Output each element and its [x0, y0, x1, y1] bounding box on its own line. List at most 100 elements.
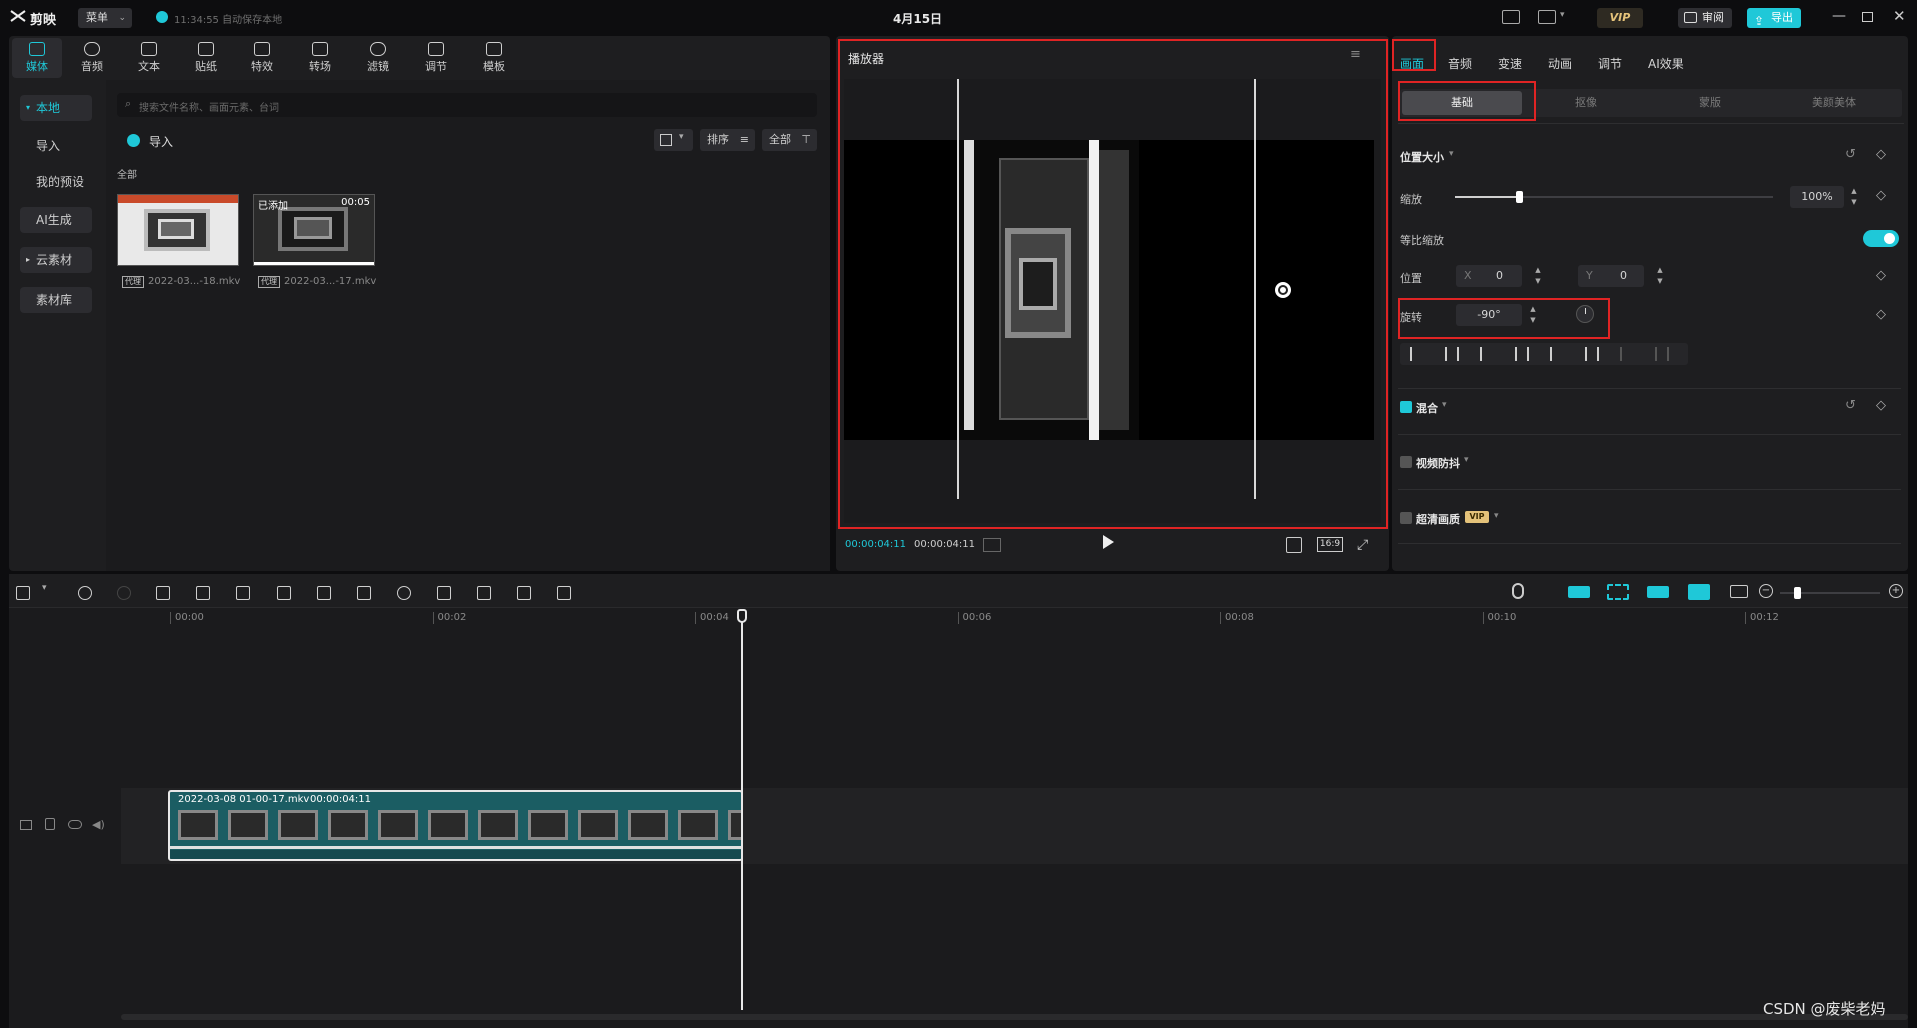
timecode-format-icon[interactable] — [983, 538, 1001, 552]
subtab-2[interactable]: 蒙版 — [1650, 89, 1770, 117]
chevron-down-icon[interactable]: ▾ — [42, 583, 50, 601]
search-input[interactable]: ⌕ 搜索文件名称、画面元素、台词 — [117, 93, 817, 117]
trim-left-icon[interactable] — [196, 586, 210, 600]
reset-icon[interactable]: ↺ — [1845, 398, 1856, 413]
chevron-down-icon[interactable]: ▾ — [1442, 400, 1447, 410]
subtab-3[interactable]: 美颜美体 — [1774, 89, 1894, 117]
delete-icon[interactable] — [277, 586, 291, 600]
screenshot-icon[interactable] — [1286, 537, 1302, 553]
align-top-icon[interactable] — [1515, 347, 1529, 361]
fullscreen-icon[interactable]: ⤢ — [1357, 537, 1368, 553]
lock-icon[interactable] — [45, 818, 55, 830]
tab-media[interactable]: 媒体 — [12, 38, 62, 78]
sidebar-item-cloud[interactable]: ▸ 云素材 — [20, 247, 92, 273]
tab-adjust[interactable]: 调节 — [411, 38, 461, 78]
align-right-icon[interactable] — [1480, 347, 1494, 361]
scale-input[interactable]: 100% — [1790, 186, 1844, 208]
scale-slider[interactable] — [1455, 191, 1773, 203]
align-left-icon[interactable] — [1410, 347, 1424, 361]
link-icon[interactable] — [1647, 586, 1669, 598]
playhead[interactable] — [741, 612, 743, 1010]
restore-icon[interactable] — [1862, 12, 1873, 22]
play-icon[interactable] — [1103, 535, 1114, 549]
sidebar-item-presets[interactable]: 我的预设 — [20, 169, 92, 195]
media-thumb-1[interactable] — [117, 194, 239, 266]
scale-stepper[interactable]: ▲ ▼ — [1848, 186, 1860, 208]
microphone-icon[interactable] — [1512, 583, 1524, 599]
eye-icon[interactable] — [68, 820, 82, 829]
crop-icon[interactable] — [517, 586, 531, 600]
chevron-down-icon[interactable]: ▾ — [1464, 455, 1469, 465]
track-toggle-icon[interactable] — [20, 820, 32, 830]
sidebar-item-local[interactable]: ▾ 本地 — [20, 95, 92, 121]
position-x-stepper[interactable]: ▲ ▼ — [1532, 265, 1544, 287]
vip-button[interactable]: VIP — [1597, 8, 1643, 28]
sort-button[interactable]: 排序 ≡ — [700, 129, 755, 151]
video-clip[interactable]: 2022-03-08 01-00-17.mkv 00:00:04:11 — [168, 790, 743, 861]
tab-audio[interactable]: 音频 — [67, 38, 117, 78]
filter-button[interactable]: 全部 ⊤ — [762, 129, 817, 151]
tab-sticker[interactable]: 贴纸 — [181, 38, 231, 78]
tab-filter[interactable]: 滤镜 — [353, 38, 403, 78]
inspector-tab-0[interactable]: 画面 — [1400, 55, 1424, 72]
chevron-down-icon[interactable]: ▾ — [1494, 511, 1499, 521]
hd-checkbox[interactable] — [1400, 512, 1412, 524]
align-bottom-icon[interactable] — [1585, 347, 1599, 361]
preview-canvas[interactable] — [844, 79, 1381, 523]
keyframe-icon[interactable]: ◇ — [1876, 307, 1886, 322]
aspect-ratio-button[interactable]: 16:9 — [1317, 537, 1343, 552]
layout-chevron-icon[interactable]: ▾ — [1560, 10, 1565, 20]
close-icon[interactable]: ✕ — [1893, 7, 1906, 25]
zoom-in-icon[interactable]: + — [1889, 584, 1903, 598]
redo-icon[interactable] — [117, 586, 131, 600]
split-icon[interactable] — [156, 586, 170, 600]
playhead-handle[interactable] — [737, 609, 747, 623]
snap-icon[interactable] — [1607, 584, 1629, 600]
timeline-ruler[interactable] — [121, 608, 1908, 630]
shortcut-keyboard-icon[interactable] — [1502, 10, 1520, 24]
inspector-tab-1[interactable]: 音频 — [1448, 55, 1472, 72]
main-track-magnet-icon[interactable] — [1568, 586, 1590, 598]
sidebar-item-library[interactable]: 素材库 — [20, 287, 92, 313]
blend-checkbox[interactable] — [1400, 401, 1412, 413]
view-mode-button[interactable]: ▾ — [654, 129, 693, 151]
export-button[interactable]: ⇪ 导出 — [1747, 8, 1801, 28]
import-button[interactable]: 导入 — [125, 131, 191, 151]
inspector-tab-3[interactable]: 动画 — [1548, 55, 1572, 72]
inspector-tab-4[interactable]: 调节 — [1598, 55, 1622, 72]
reset-icon[interactable]: ↺ — [1845, 147, 1856, 162]
keyframe-icon[interactable]: ◇ — [1876, 188, 1886, 203]
transform-box-left[interactable] — [957, 79, 959, 499]
undo-icon[interactable] — [78, 586, 92, 600]
distribute-v-icon[interactable] — [1655, 347, 1669, 361]
position-x-input[interactable]: X 0 — [1456, 265, 1522, 287]
preview-axis-icon[interactable] — [1688, 584, 1710, 600]
layout-icon[interactable] — [1538, 10, 1556, 24]
subtab-1[interactable]: 抠像 — [1526, 89, 1646, 117]
rotate-stepper[interactable]: ▲ ▼ — [1527, 304, 1539, 326]
freeze-frame-icon[interactable] — [357, 586, 371, 600]
align-center-v-icon[interactable] — [1550, 347, 1564, 361]
menu-button[interactable]: 菜单 ⌄ — [78, 8, 132, 28]
rotate-icon[interactable] — [477, 586, 491, 600]
rotate-input[interactable]: -90° — [1456, 304, 1522, 326]
media-thumb-2[interactable]: 已添加 00:05 — [253, 194, 375, 266]
rotate-handle-icon[interactable] — [1275, 282, 1291, 298]
tab-effects[interactable]: 特效 — [237, 38, 287, 78]
inspector-tab-2[interactable]: 变速 — [1498, 55, 1522, 72]
mirror-icon[interactable] — [437, 586, 451, 600]
marker-icon[interactable] — [317, 586, 331, 600]
zoom-slider[interactable] — [1780, 587, 1880, 599]
position-y-input[interactable]: Y 0 — [1578, 265, 1644, 287]
distribute-h-icon[interactable] — [1620, 347, 1634, 361]
subtab-0[interactable]: 基础 — [1402, 91, 1522, 115]
player-menu-icon[interactable]: ≡ — [1350, 47, 1361, 62]
uniform-scale-toggle[interactable] — [1863, 230, 1899, 247]
track-preview-icon[interactable] — [1730, 585, 1748, 598]
zoom-slider-knob[interactable] — [1794, 587, 1801, 599]
keyframe-icon[interactable]: ◇ — [1876, 147, 1886, 162]
smart-crop-icon[interactable] — [557, 586, 571, 600]
chevron-down-icon[interactable]: ▾ — [1449, 149, 1454, 159]
align-center-h-icon[interactable] — [1445, 347, 1459, 361]
trim-right-icon[interactable] — [236, 586, 250, 600]
